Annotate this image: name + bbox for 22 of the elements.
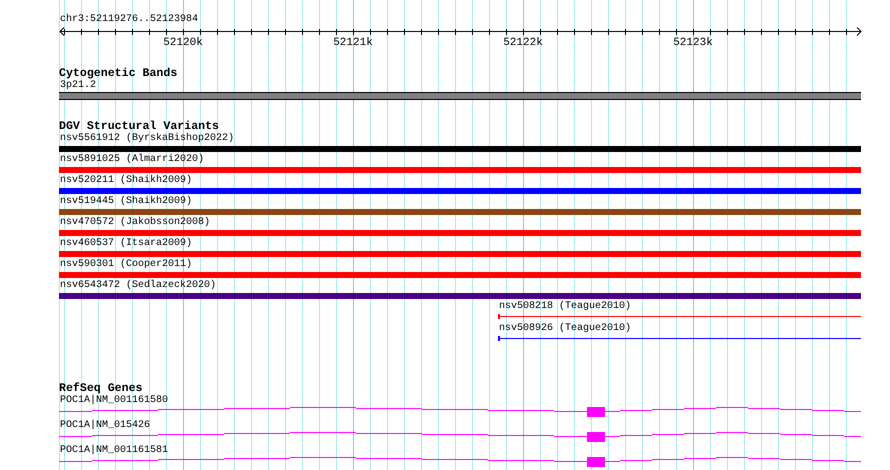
ruler-label: 52121k: [333, 37, 373, 48]
variant-label: nsv6543472 (Sedlazeck2020): [59, 280, 218, 292]
ruler-label: 52122k: [503, 37, 543, 48]
variant-label: nsv5561912 (ByrskaBishop2022): [59, 133, 236, 145]
variant-label: nsv470572 (Jakobsson2008): [59, 217, 212, 229]
variant-label: nsv460537 (Itsara2009): [59, 238, 194, 250]
track-title: RefSeq Genes: [59, 383, 142, 395]
variant-label: nsv519445 (Shaikh2009): [59, 196, 194, 208]
gene-label: POC1A|NM_001161581: [59, 445, 170, 457]
track-title: Cytogenetic Bands: [59, 68, 178, 80]
gene-label: POC1A|NM_015426: [59, 420, 152, 432]
variant-label: nsv5891025 (Almarri2020): [59, 154, 206, 166]
location-label: chr3:52119276..52123984: [59, 14, 200, 26]
variant-label: nsv590301 (Cooper2011): [59, 259, 194, 271]
band-label: 3p21.2: [59, 80, 98, 92]
gene-label: POC1A|NM_001161580: [59, 395, 170, 407]
track-title: DGV Structural Variants: [59, 121, 220, 133]
variant-label: nsv508926 (Teague2010): [498, 323, 632, 335]
variant-label: nsv508218 (Teague2010): [498, 301, 632, 313]
ruler-label: 52123k: [673, 37, 713, 48]
variant-label: nsv520211 (Shaikh2009): [59, 175, 194, 187]
ruler-label: 52120k: [163, 37, 203, 48]
